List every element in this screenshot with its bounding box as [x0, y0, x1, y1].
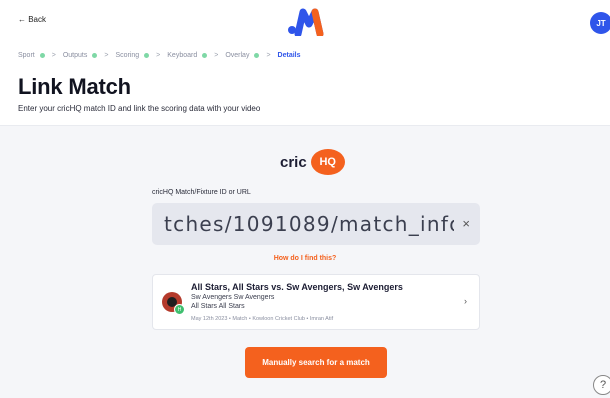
step-done-dot [144, 53, 150, 58]
breadcrumb-separator: > [104, 52, 109, 59]
breadcrumb-separator: > [51, 52, 56, 59]
app-logo-icon [288, 8, 324, 36]
match-id-value[interactable]: tches/1091089/match_info [164, 211, 454, 237]
step-done-dot [92, 53, 98, 58]
crichq-logo-text: cric [280, 153, 307, 171]
breadcrumb-keyboard[interactable]: Keyboard [167, 52, 208, 59]
breadcrumb-details[interactable]: Details [278, 52, 301, 59]
breadcrumb-scoring[interactable]: Scoring [115, 52, 150, 59]
step-done-dot [202, 53, 208, 58]
team-line-2: All Stars All Stars [191, 303, 245, 310]
team-line-1: Sw Avengers Sw Avengers [191, 294, 275, 301]
crichq-badge-icon: HQ [310, 149, 345, 175]
breadcrumb-overlay[interactable]: Overlay [225, 52, 260, 59]
match-id-input[interactable]: tches/1091089/match_info × [152, 203, 480, 245]
manual-search-button[interactable]: Manually search for a match [245, 347, 387, 378]
crichq-logo: cric HQ [280, 149, 345, 175]
breadcrumb-sport[interactable]: Sport [18, 52, 45, 59]
breadcrumb-separator: > [156, 52, 161, 59]
breadcrumb-separator: > [214, 52, 219, 59]
step-done-dot [254, 53, 260, 58]
page-title: Link Match [18, 74, 131, 99]
breadcrumb-separator: > [266, 52, 271, 59]
match-result-card[interactable]: H All Stars, All Stars vs. Sw Avengers, … [152, 274, 480, 330]
clear-icon[interactable]: × [462, 216, 470, 231]
breadcrumb: Sport > Outputs > Scoring > Keyboard > O… [18, 52, 301, 59]
match-meta: May 12th 2023 • Match • Kowloon Cricket … [191, 316, 334, 322]
match-id-label: cricHQ Match/Fixture ID or URL [152, 189, 251, 196]
match-title: All Stars, All Stars vs. Sw Avengers, Sw… [191, 282, 403, 292]
chevron-right-icon: › [464, 296, 467, 306]
find-id-help-link[interactable]: How do I find this? [0, 255, 610, 262]
back-button[interactable]: ← Back [18, 15, 46, 24]
help-icon[interactable]: ? [593, 375, 610, 395]
home-badge-icon: H [174, 304, 185, 315]
top-bar: ← Back JT [0, 0, 610, 42]
page-subtitle: Enter your cricHQ match ID and link the … [18, 104, 261, 113]
breadcrumb-outputs[interactable]: Outputs [63, 52, 98, 59]
user-avatar[interactable]: JT [590, 12, 610, 34]
step-done-dot [39, 53, 45, 58]
